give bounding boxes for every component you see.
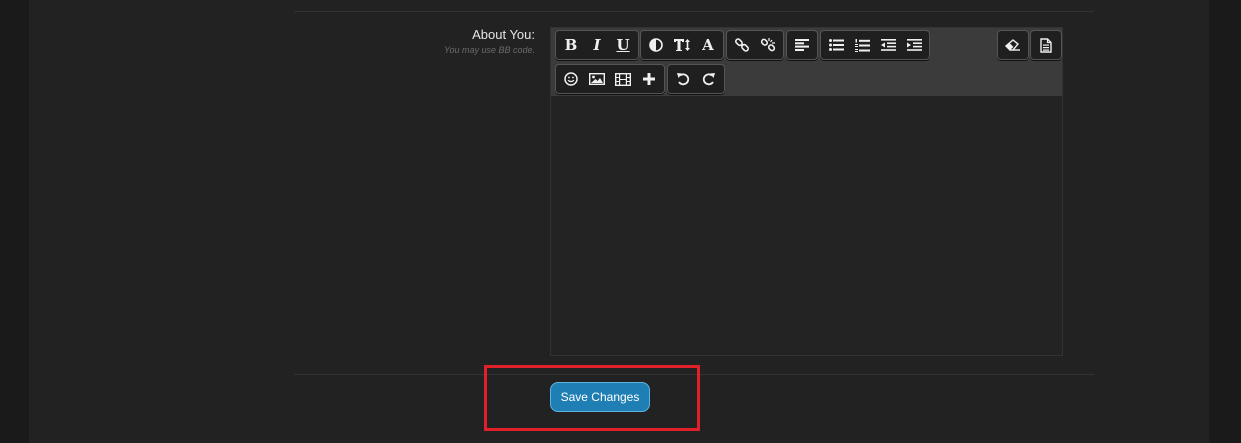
insert-group — [555, 64, 665, 94]
bold-icon: B — [564, 36, 578, 54]
italic-icon: I — [593, 36, 601, 54]
editor-content-area[interactable] — [551, 96, 1062, 355]
about-you-label-block: About You: You may use BB code. — [444, 27, 535, 56]
font-group: A — [640, 30, 724, 60]
list-group — [820, 30, 930, 60]
about-you-editor: B I U A — [550, 27, 1063, 356]
indent-button[interactable] — [901, 32, 927, 58]
bullet-list-icon — [828, 39, 844, 51]
image-icon — [589, 73, 605, 85]
history-group — [667, 64, 725, 94]
numbered-list-icon — [854, 38, 870, 52]
unlink-icon — [760, 38, 776, 52]
text-style-group: B I U — [555, 30, 639, 60]
undo-button[interactable] — [670, 66, 696, 92]
underline-icon: U — [616, 36, 630, 54]
redo-button[interactable] — [696, 66, 722, 92]
divider-top — [294, 11, 1094, 12]
text-color-button[interactable] — [643, 32, 669, 58]
bullet-list-button[interactable] — [823, 32, 849, 58]
editor-toolbar: B I U A — [551, 28, 1062, 96]
underline-button[interactable]: U — [610, 32, 636, 58]
align-icon — [795, 39, 809, 51]
font-family-icon: A — [702, 36, 714, 54]
source-icon — [1040, 37, 1052, 53]
insert-icon — [643, 73, 655, 85]
italic-button[interactable]: I — [584, 32, 610, 58]
align-left-button[interactable] — [789, 32, 815, 58]
remove-format-group — [997, 30, 1029, 60]
outdent-button[interactable] — [875, 32, 901, 58]
eraser-icon — [1005, 39, 1020, 51]
smilies-button[interactable] — [558, 66, 584, 92]
indent-icon — [906, 39, 922, 51]
font-size-icon — [674, 39, 690, 51]
font-family-button[interactable]: A — [695, 32, 721, 58]
redo-icon — [702, 73, 715, 86]
view-source-button[interactable] — [1033, 32, 1059, 58]
undo-icon — [677, 73, 690, 86]
remove-format-button[interactable] — [1000, 32, 1026, 58]
color-icon — [649, 38, 663, 52]
bold-button[interactable]: B — [558, 32, 584, 58]
insert-image-button[interactable] — [584, 66, 610, 92]
align-group — [786, 30, 818, 60]
insert-media-button[interactable] — [610, 66, 636, 92]
font-size-button[interactable] — [669, 32, 695, 58]
numbered-list-button[interactable] — [849, 32, 875, 58]
insert-more-button[interactable] — [636, 66, 662, 92]
smiley-icon — [564, 72, 578, 86]
highlight-annotation-box — [484, 365, 700, 431]
link-button[interactable] — [729, 32, 755, 58]
bb-code-hint: You may use BB code. — [443, 45, 535, 55]
unlink-button[interactable] — [755, 32, 781, 58]
link-group — [726, 30, 784, 60]
about-you-label: About You: — [472, 27, 535, 42]
outdent-icon — [880, 39, 896, 51]
media-icon — [615, 72, 631, 86]
link-icon — [735, 38, 749, 52]
source-group — [1030, 30, 1062, 60]
